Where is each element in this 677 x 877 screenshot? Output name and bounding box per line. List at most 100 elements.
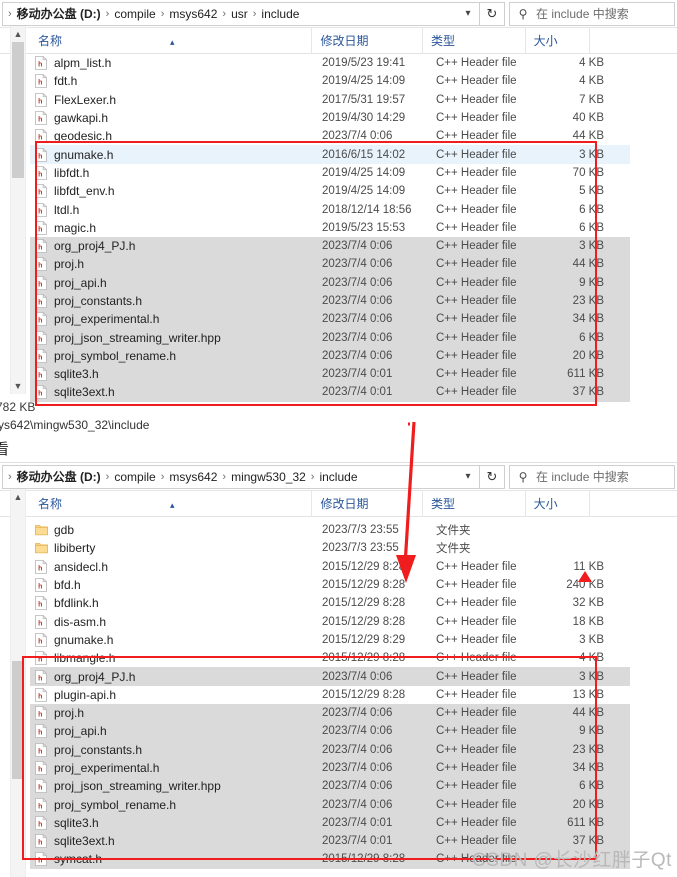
file-name-cell[interactable]: h bfd.h [30,578,322,592]
file-name-cell[interactable]: h gnumake.h [30,632,322,647]
breadcrumb-item-compile[interactable]: compile [110,470,159,484]
breadcrumb-item-drive[interactable]: 移动办公盘 (D:) [13,468,105,485]
table-row[interactable]: h proj.h 2023/7/4 0:06 C++ Header file 44 KB [30,703,630,723]
file-name-cell[interactable]: libiberty [30,541,322,555]
file-name-cell[interactable]: h proj_constants.h [30,742,322,757]
column-header-name[interactable]: 名称 ▴ [30,490,313,517]
table-row[interactable]: h proj_experimental.h 2023/7/4 0:06 C++ Hea… [30,310,630,329]
chevron-down-icon[interactable]: ▾ [457,464,479,489]
file-name-cell[interactable]: h proj_experimental.h [30,312,322,326]
file-name-cell[interactable]: h sqlite3ext.h [30,834,322,848]
breadcrumb-item-msys642[interactable]: msys642 [165,470,221,484]
breadcrumb-item-include[interactable]: include [257,7,303,21]
table-row[interactable]: h libmangle.h 2015/12/29 8:28 C++ Header fi… [30,649,630,667]
file-name-cell[interactable]: h bfdlink.h [30,596,322,610]
file-name-cell[interactable]: h ltdl.h [30,202,322,217]
table-row[interactable]: h fdt.h 2019/4/25 14:09 C++ Header file 4 KB [30,72,630,90]
table-row[interactable]: h org_proj4_PJ.h 2023/7/4 0:06 C++ Header f… [30,236,630,256]
table-row[interactable]: h proj.h 2023/7/4 0:06 C++ Header file 44 KB [30,255,630,274]
table-row[interactable]: h sqlite3.h 2023/7/4 0:01 C++ Header file 61… [30,365,630,384]
column-header-date[interactable]: 修改日期 [312,490,423,517]
file-name-cell[interactable]: h proj_constants.h [30,294,322,308]
table-row[interactable]: h sqlite3ext.h 2023/7/4 0:01 C++ Header fil… [30,383,630,402]
table-row[interactable]: h plugin-api.h 2015/12/29 8:28 C++ Header f… [30,686,630,704]
search-input-panel1[interactable]: ⚲ 在 include 中搜索 [509,1,675,26]
table-row[interactable]: h magic.h 2019/5/23 15:53 C++ Header file 6 … [30,219,630,237]
file-name-cell[interactable]: h proj_symbol_rename.h [30,797,322,812]
table-row[interactable]: h org_proj4_PJ.h 2023/7/4 0:06 C++ Header f… [30,667,630,686]
file-name-cell[interactable]: h sqlite3.h [30,815,322,830]
scrollbar-thumb[interactable] [12,42,24,178]
file-name-cell[interactable]: h FlexLexer.h [30,92,322,107]
file-name-cell[interactable]: h magic.h [30,220,322,235]
scroll-up-icon[interactable]: ▲ [11,26,25,42]
column-header-size[interactable]: 大小 [526,27,590,54]
table-row[interactable]: h libfdt_env.h 2019/4/25 14:09 C++ Header f… [30,182,630,200]
refresh-icon[interactable]: ↻ [479,1,505,26]
vertical-scrollbar-panel2[interactable]: ▲ [10,489,26,877]
table-row[interactable]: h bfdlink.h 2015/12/29 8:28 C++ Header file… [30,594,630,612]
breadcrumb-item-drive[interactable]: 移动办公盘 (D:) [13,5,105,22]
file-name-cell[interactable]: h proj_json_streaming_writer.hpp [30,330,322,345]
search-input-panel2[interactable]: ⚲ 在 include 中搜索 [509,464,675,489]
file-name-cell[interactable]: h proj_json_streaming_writer.hpp [30,779,322,793]
file-name-cell[interactable]: h libfdt_env.h [30,184,322,198]
file-name-cell[interactable]: h sqlite3.h [30,367,322,381]
file-name-cell[interactable]: gdb [30,523,322,537]
file-list-panel2[interactable]: gdb 2023/7/3 23:55 文件夹 libiberty 2023/7/3 23… [30,521,630,869]
table-row[interactable]: h proj_api.h 2023/7/4 0:06 C++ Header file 9… [30,722,630,741]
column-header-name[interactable]: 名称 ▴ [30,27,313,54]
table-row[interactable]: h proj_constants.h 2023/7/4 0:06 C++ Header… [30,740,630,759]
scroll-up-icon[interactable]: ▲ [11,489,25,505]
breadcrumb-item-usr[interactable]: usr [227,7,252,21]
breadcrumb-item-compile[interactable]: compile [110,7,159,21]
breadcrumb-item-msys642[interactable]: msys642 [165,7,221,21]
file-name-cell[interactable]: h dis-asm.h [30,614,322,629]
file-name-cell[interactable]: h ansidecl.h [30,559,322,574]
breadcrumb-panel2[interactable]: › 移动办公盘 (D:) › compile › msys642 › mingw… [2,464,457,489]
file-name-cell[interactable]: h libmangle.h [30,651,322,665]
table-row[interactable]: h alpm_list.h 2019/5/23 19:41 C++ Header fi… [30,54,630,72]
refresh-icon[interactable]: ↻ [479,464,505,489]
table-row[interactable]: h proj_symbol_rename.h 2023/7/4 0:06 C++ He… [30,346,630,366]
table-row[interactable]: h ansidecl.h 2015/12/29 8:28 C++ Header fil… [30,558,630,576]
file-name-cell[interactable]: h proj_symbol_rename.h [30,348,322,363]
table-row[interactable]: h proj_json_streaming_writer.hpp 2023/7/4 … [30,328,630,347]
file-name-cell[interactable]: h org_proj4_PJ.h [30,239,322,253]
file-name-cell[interactable]: h libfdt.h [30,165,322,180]
vertical-scrollbar-panel1[interactable]: ▲ ▼ [10,26,26,394]
file-list-panel1[interactable]: h alpm_list.h 2019/5/23 19:41 C++ Header fi… [30,54,630,402]
file-name-cell[interactable]: h proj_api.h [30,275,322,290]
file-name-cell[interactable]: h symcat.h [30,852,322,866]
file-name-cell[interactable]: h gnumake.h [30,147,322,162]
table-row[interactable]: h FlexLexer.h 2017/5/31 19:57 C++ Header fi… [30,91,630,109]
table-row[interactable]: h proj_symbol_rename.h 2023/7/4 0:06 C++ He… [30,795,630,814]
file-name-cell[interactable]: h proj_experimental.h [30,761,322,775]
scroll-down-icon[interactable]: ▼ [11,378,25,394]
table-row[interactable]: h gnumake.h 2016/6/15 14:02 C++ Header file… [30,145,630,164]
table-row[interactable]: h libfdt.h 2019/4/25 14:09 C++ Header file 7… [30,164,630,182]
table-row[interactable]: h proj_constants.h 2023/7/4 0:06 C++ Header… [30,291,630,311]
file-name-cell[interactable]: h proj.h [30,257,322,271]
file-name-cell[interactable]: h plugin-api.h [30,687,322,702]
table-row[interactable]: h ltdl.h 2018/12/14 18:56 C++ Header file 6 … [30,200,630,218]
table-row[interactable]: gdb 2023/7/3 23:55 文件夹 [30,521,630,539]
file-name-cell[interactable]: h geodesic.h [30,129,322,143]
table-row[interactable]: h proj_json_streaming_writer.hpp 2023/7/4 … [30,777,630,796]
chevron-down-icon[interactable]: ▾ [457,1,479,26]
table-row[interactable]: h gnumake.h 2015/12/29 8:29 C++ Header file… [30,631,630,649]
file-name-cell[interactable]: h proj.h [30,706,322,720]
file-name-cell[interactable]: h proj_api.h [30,724,322,738]
column-header-type[interactable]: 类型 [423,490,526,517]
scrollbar-thumb[interactable] [12,661,24,779]
table-row[interactable]: h bfd.h 2015/12/29 8:28 C++ Header file 240 … [30,576,630,594]
file-name-cell[interactable]: h fdt.h [30,74,322,88]
table-row[interactable]: h proj_experimental.h 2023/7/4 0:06 C++ Hea… [30,758,630,778]
breadcrumb-panel1[interactable]: › 移动办公盘 (D:) › compile › msys642 › usr ›… [2,1,457,26]
breadcrumb-item-include[interactable]: include [315,470,361,484]
breadcrumb-item-mingw53032[interactable]: mingw530_32 [227,470,310,484]
table-row[interactable]: h gawkapi.h 2019/4/30 14:29 C++ Header file… [30,109,630,127]
table-row[interactable]: libiberty 2023/7/3 23:55 文件夹 [30,539,630,557]
table-row[interactable]: h sqlite3.h 2023/7/4 0:01 C++ Header file 61… [30,813,630,833]
column-header-date[interactable]: 修改日期 [312,27,423,54]
